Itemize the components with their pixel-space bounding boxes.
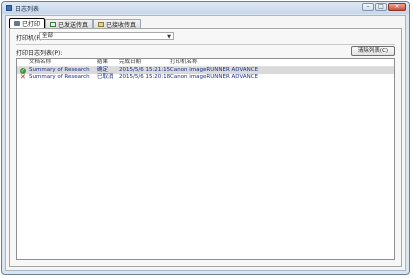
clear-list-button[interactable]: 清除列表(C): [351, 46, 395, 56]
tab-printed-label: 已打印: [22, 21, 41, 28]
table-header: 文档名称 结果 完成日期 打印机名称: [17, 59, 394, 67]
close-button[interactable]: ×: [388, 3, 406, 11]
completion-date: 2015/5/6 15:20:18: [119, 74, 171, 80]
maximize-button[interactable]: □: [375, 3, 387, 11]
column-header-document[interactable]: 文档名称: [29, 59, 51, 66]
printer-icon: [14, 21, 20, 26]
printer-name: Canon imageRUNNER ADVANCE: [170, 74, 259, 80]
tab-sent-fax[interactable]: 已发送传真: [45, 19, 94, 29]
window-title: 日志列表: [15, 6, 40, 13]
chevron-down-icon: ▼: [167, 34, 171, 40]
printer-filter-dropdown[interactable]: 全部 ▼: [39, 32, 174, 40]
column-header-date[interactable]: 完成日期: [119, 59, 141, 66]
completion-date: 2015/5/6 15:21:15: [119, 67, 171, 73]
fax-doc-icon: [50, 21, 57, 27]
log-list-label: 打印日志列表(P):: [16, 50, 63, 57]
column-header-result[interactable]: 结果: [97, 59, 108, 66]
result-text: 已取消: [97, 74, 114, 80]
title-bar[interactable]: 日志列表 – □ ×: [2, 2, 409, 14]
x-icon: ✕: [20, 73, 26, 81]
document-name: Summary of Research: [29, 74, 90, 80]
app-icon: [6, 5, 12, 11]
tab-strip: 已打印 已发送传真 已接收传真: [9, 18, 142, 29]
tab-printed[interactable]: 已打印: [9, 18, 46, 28]
tab-received-fax[interactable]: 已接收传真: [93, 19, 142, 29]
printer-name: Canon imageRUNNER ADVANCE: [170, 67, 259, 73]
table-row[interactable]: ✓ Summary of Research 确定 2015/5/6 15:21:…: [17, 67, 394, 74]
log-list-window: 日志列表 – □ × 已打印 已发送传真 已接收传真 打印机(P): 全部 ▼ …: [1, 1, 410, 275]
table-row[interactable]: ✕ Summary of Research 已取消 2015/5/6 15:20…: [17, 74, 394, 81]
received-fax-icon: [98, 21, 105, 27]
printed-log-panel: 打印机(P): 全部 ▼ 打印日志列表(P): 清除列表(C) 文档名称 结果 …: [9, 28, 402, 267]
result-text: 确定: [97, 67, 109, 73]
divider: [16, 44, 395, 45]
printer-filter-value: 全部: [42, 33, 54, 39]
document-name: Summary of Research: [29, 67, 90, 73]
print-log-table[interactable]: 文档名称 结果 完成日期 打印机名称 ✓ Summary of Research…: [16, 58, 395, 260]
minimize-button[interactable]: –: [362, 3, 374, 11]
column-header-printer[interactable]: 打印机名称: [170, 59, 198, 66]
dialog-body: 已打印 已发送传真 已接收传真 打印机(P): 全部 ▼ 打印日志列表(P): …: [5, 15, 406, 271]
window-controls: – □ ×: [362, 3, 406, 11]
